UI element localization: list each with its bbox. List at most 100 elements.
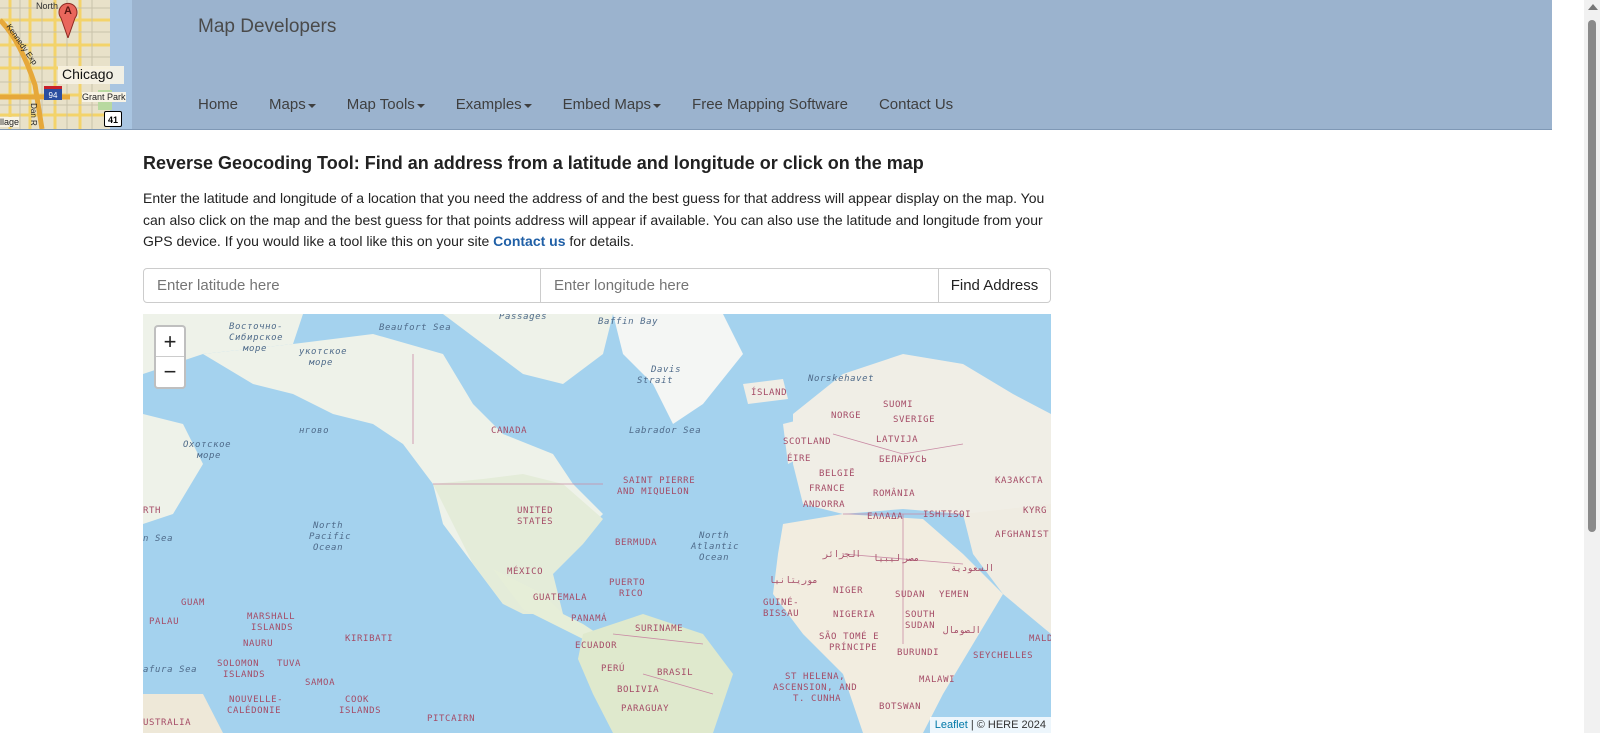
map-label: STATES [517, 517, 554, 527]
map-label: FRANCE [809, 484, 846, 494]
page-title: Reverse Geocoding Tool: Find an address … [143, 153, 924, 173]
map-label: BOTSWAN [879, 702, 922, 712]
map-label: PRÍNCIPE [829, 643, 878, 653]
map-label: море [197, 451, 222, 461]
map-label: BERMUDA [615, 538, 658, 548]
map-label: BISSAU [763, 609, 800, 619]
map-label: Pacific [309, 532, 352, 542]
map-label: North [313, 521, 344, 531]
map-label: SVERIGE [893, 415, 936, 425]
map-label: ISHTISOI [923, 510, 972, 520]
page-scrollbar[interactable] [1584, 0, 1600, 733]
nav-maps[interactable]: Maps [269, 96, 316, 113]
map-view[interactable]: Восточно- Сибирское море Beaufort Sea Pa… [143, 314, 1051, 733]
map-label: ÍSLAND [751, 388, 788, 398]
site-title[interactable]: Map Developers [198, 16, 336, 38]
map-label: موريتانيا [769, 576, 818, 586]
nav-embed-maps[interactable]: Embed Maps [562, 96, 662, 113]
map-label: BELGIË [819, 469, 856, 479]
map-label: GUATEMALA [533, 593, 588, 603]
map-label: Labrador Sea [629, 426, 702, 436]
map-label: AND MIQUELON [617, 487, 690, 497]
map-label: AFGHANIST [995, 530, 1050, 540]
map-label: SEYCHELLES [973, 651, 1034, 661]
logo-label-grant-park: Grant Park [82, 92, 126, 102]
map-label: ISLANDS [339, 706, 382, 716]
map-label: RICO [619, 589, 644, 599]
map-label: NIGERIA [833, 610, 876, 620]
caret-down-icon [653, 103, 662, 108]
map-label: море [309, 358, 334, 368]
map-label: BOLIVIA [617, 685, 660, 695]
nav-home-label: Home [198, 96, 239, 113]
attribution-text: | © HERE 2024 [967, 719, 1046, 731]
map-label: нгово [299, 426, 330, 436]
map-label: БЕЛАРУСЬ [879, 455, 928, 465]
map-label: n Sea [143, 534, 174, 544]
map-label: مصر [903, 554, 920, 564]
map-label: SAINT PIERRE [623, 476, 696, 486]
longitude-input[interactable] [541, 268, 939, 303]
leaflet-link[interactable]: Leaflet [935, 719, 968, 731]
us-41-shield: 41 [104, 111, 122, 127]
map-label: Strait [637, 376, 674, 386]
latitude-input[interactable] [143, 268, 541, 303]
map-label: Norskehavet [808, 374, 875, 384]
contact-us-link[interactable]: Contact us [493, 233, 565, 249]
map-label: ليبيا [873, 554, 901, 564]
nav-free-mapping-software[interactable]: Free Mapping Software [692, 96, 848, 113]
zoom-in-button[interactable]: + [156, 327, 184, 357]
map-label: Beaufort Sea [379, 323, 452, 333]
map-label: T. CUNHA [793, 694, 842, 704]
map-label: BURUNDI [897, 648, 940, 658]
reverse-geocode-form: Find Address [143, 268, 1051, 303]
map-label: North [699, 531, 730, 541]
nav-contact-us[interactable]: Contact Us [879, 96, 953, 113]
map-label: Ocean [699, 553, 730, 563]
map-label: LATVIJA [876, 435, 919, 445]
map-basemap [143, 314, 1051, 733]
nav-embed-maps-label: Embed Maps [562, 96, 652, 113]
map-label: MALD [1029, 634, 1051, 644]
map-label: SOLOMON [217, 659, 260, 669]
map-label: ΕΛΛΑΔΑ [867, 512, 904, 522]
find-address-button[interactable]: Find Address [939, 268, 1051, 303]
map-label: ASCENSION, AND [773, 683, 858, 693]
nav-home[interactable]: Home [198, 96, 238, 113]
map-label: PUERTO [609, 578, 646, 588]
site-logo[interactable]: North Chicago Grant Park Kennedy Exp Dan… [0, 0, 132, 129]
map-label: SOUTH [905, 610, 936, 620]
map-label: KYRG [1023, 506, 1048, 516]
map-label: Davis [651, 365, 682, 375]
map-label: Охотское [183, 440, 232, 450]
map-label: KIRIBATI [345, 634, 394, 644]
map-label: SUDAN [905, 621, 936, 631]
nav-free-mapping-software-label: Free Mapping Software [692, 96, 848, 113]
map-pin-letter: A [64, 5, 72, 17]
map-label: BRASIL [657, 668, 694, 678]
zoom-out-button[interactable]: − [156, 357, 184, 387]
map-label: NIGER [833, 586, 864, 596]
map-label: Atlantic [691, 542, 740, 552]
nav-maps-label: Maps [269, 96, 306, 113]
caret-down-icon [416, 103, 425, 108]
logo-label-dan-ryan: Dan R [28, 103, 38, 126]
map-label: ECUADOR [575, 641, 618, 651]
nav-examples[interactable]: Examples [456, 96, 532, 113]
map-label: SURINAME [635, 624, 684, 634]
nav-map-tools[interactable]: Map Tools [347, 96, 425, 113]
map-label: MARSHALL [247, 612, 296, 622]
scroll-up-arrow-icon[interactable] [1588, 4, 1598, 10]
map-label: ROMÂNIA [873, 489, 916, 499]
map-label: COOK [345, 695, 370, 705]
nav-map-tools-label: Map Tools [346, 96, 415, 113]
map-label: TUVA [277, 659, 302, 669]
map-label: MALAWI [919, 675, 956, 685]
map-label: Восточно- [229, 322, 284, 332]
map-label: السعودية [951, 564, 995, 574]
map-label: укотское [299, 347, 348, 357]
map-label: YEMEN [939, 590, 970, 600]
scroll-thumb[interactable] [1588, 20, 1596, 532]
map-label: SAMOA [305, 678, 336, 688]
map-label: NAURU [243, 639, 274, 649]
